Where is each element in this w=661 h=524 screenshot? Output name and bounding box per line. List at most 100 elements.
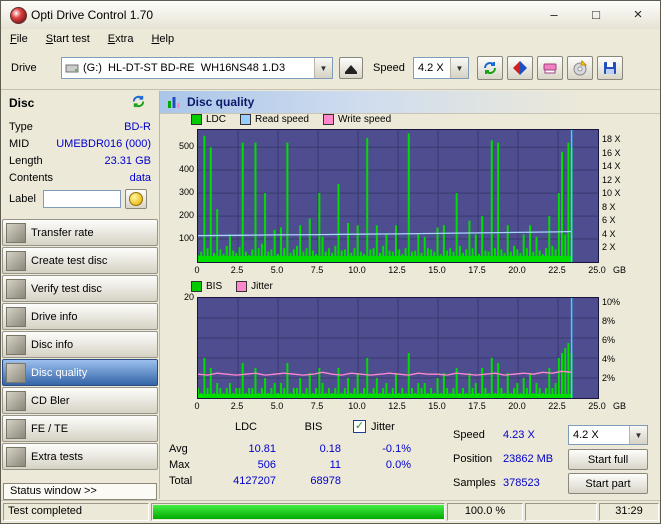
sidebar-item-label: Create test disc [31, 255, 107, 267]
disc-burn-icon [572, 60, 588, 76]
chart1-legend: LDC Read speed Write speed [191, 114, 405, 125]
eject-button[interactable] [339, 57, 363, 79]
status-text: Test completed [3, 503, 149, 521]
disc-contents-value[interactable]: data [51, 172, 151, 184]
disc-quality-shortcut-button[interactable] [507, 56, 533, 80]
bis-jitter-chart: 2010%8%6%4%2%02.55.07.510.012.515.017.52… [160, 297, 661, 413]
menu-help[interactable]: Help [142, 30, 183, 48]
drive-select-value: (G:) HL-DT-ST BD-RE WH16NS48 1.D3 [79, 62, 314, 74]
maximize-icon[interactable]: □ [576, 1, 616, 28]
total-row-label: Total [169, 475, 192, 487]
max-bis-value: 11 [286, 459, 341, 471]
sidebar-item-disc-quality[interactable]: Disc quality [2, 359, 158, 386]
read-speed-legend-label: Read speed [255, 114, 309, 125]
refresh-icon [131, 94, 146, 109]
status-window-button[interactable]: Status window >> [3, 483, 157, 500]
total-ldc-value: 4127207 [216, 475, 276, 487]
sidebar-item-label: Extra tests [31, 451, 83, 463]
menu-extra[interactable]: Extra [99, 30, 143, 48]
disc-contents-label: Contents [9, 172, 53, 184]
chart2-legend: BIS Jitter [191, 281, 287, 292]
jitter-swatch-icon [236, 281, 247, 292]
quality-diamond-icon [512, 60, 528, 76]
scan-speed-select[interactable]: 4.2 X ▼ [568, 425, 648, 445]
sidebar-item-label: Disc quality [31, 367, 87, 379]
disc-label-input[interactable] [43, 190, 121, 208]
drive-select[interactable]: (G:) HL-DT-ST BD-RE WH16NS48 1.D3 ▼ [61, 57, 333, 79]
label-icon-button[interactable] [125, 189, 147, 209]
transfer-rate-icon [6, 223, 26, 243]
disc-mid-value: UMEBDR016 (000) [51, 138, 151, 150]
ldc-legend-label: LDC [206, 114, 226, 125]
sidebar-item-verify-test-disc[interactable]: Verify test disc [2, 275, 158, 302]
sidebar-item-transfer-rate[interactable]: Transfer rate [2, 219, 158, 246]
read-speed-swatch-icon [240, 114, 251, 125]
save-icon [602, 60, 618, 76]
jitter-checkbox[interactable]: ✓ [353, 420, 366, 433]
drive-label: Drive [11, 62, 37, 74]
start-full-button[interactable]: Start full [568, 449, 648, 470]
minimize-icon[interactable]: – [534, 1, 574, 28]
burn-disc-button[interactable] [567, 56, 593, 80]
chevron-down-icon[interactable]: ▼ [629, 426, 647, 444]
erase-disc-button[interactable] [537, 56, 563, 80]
sidebar-item-label: CD Bler [31, 395, 70, 407]
write-speed-legend-label: Write speed [338, 114, 391, 125]
statusbar-spacer [525, 503, 597, 521]
disc-mid-label: MID [9, 138, 29, 150]
toolbar: Drive (G:) HL-DT-ST BD-RE WH16NS48 1.D3 … [1, 49, 660, 90]
disc-quality-icon [6, 363, 26, 383]
jitter-legend-label: Jitter [251, 281, 273, 292]
max-jitter-value: 0.0% [353, 459, 411, 471]
refresh-button[interactable] [477, 56, 503, 80]
speed-select[interactable]: 4.2 X ▼ [413, 57, 469, 79]
speed-result-label: Speed [453, 429, 485, 441]
ldc-swatch-icon [191, 114, 202, 125]
refresh-icon [482, 60, 498, 76]
progress-bar [151, 503, 445, 521]
speed-label: Speed [373, 62, 405, 74]
drive-icon [65, 61, 79, 75]
speed-select-value: 4.2 X [414, 62, 450, 74]
chart-icon [167, 95, 181, 109]
sidebar-item-disc-info[interactable]: Disc info [2, 331, 158, 358]
disc-type-label: Type [9, 121, 33, 133]
avg-jitter-value: -0.1% [353, 443, 411, 455]
bis-swatch-icon [191, 281, 202, 292]
sidebar-item-extra-tests[interactable]: Extra tests [2, 443, 158, 470]
disc-section-title: Disc [9, 96, 34, 110]
eject-icon [345, 65, 357, 72]
sidebar-item-cd-bler[interactable]: CD Bler [2, 387, 158, 414]
samples-label: Samples [453, 477, 496, 489]
menu-file[interactable]: File [1, 30, 37, 48]
menu-start-test[interactable]: Start test [37, 30, 99, 48]
fe-te-icon [6, 419, 26, 439]
bis-legend-label: BIS [206, 281, 222, 292]
statusbar-divider [1, 500, 661, 501]
chevron-down-icon[interactable]: ▼ [314, 58, 332, 78]
disc-refresh-button[interactable] [131, 94, 146, 112]
close-icon[interactable]: × [618, 1, 658, 28]
title-bar[interactable]: Opti Drive Control 1.70 – □ × [1, 1, 660, 30]
ldc-plot-area [197, 129, 599, 263]
bis-plot-area [197, 297, 599, 399]
window-title: Opti Drive Control 1.70 [31, 8, 153, 22]
sidebar-item-create-test-disc[interactable]: Create test disc [2, 247, 158, 274]
sidebar-item-drive-info[interactable]: Drive info [2, 303, 158, 330]
start-part-button[interactable]: Start part [568, 473, 648, 494]
save-button[interactable] [597, 56, 623, 80]
avg-row-label: Avg [169, 443, 188, 455]
sidebar-item-label: FE / TE [31, 423, 68, 435]
max-ldc-value: 506 [216, 459, 276, 471]
max-row-label: Max [169, 459, 190, 471]
jitter-column-header: Jitter [371, 421, 395, 433]
progress-fill [153, 505, 445, 519]
disc-info-icon [6, 335, 26, 355]
scan-speed-value: 4.2 X [569, 429, 629, 441]
sidebar-item-fe-te[interactable]: FE / TE [2, 415, 158, 442]
chevron-down-icon[interactable]: ▼ [450, 58, 468, 78]
extra-tests-icon [6, 447, 26, 467]
drive-info-icon [6, 307, 26, 327]
app-window: Opti Drive Control 1.70 – □ × File Start… [0, 0, 661, 524]
panel-header: Disc quality [160, 91, 661, 114]
